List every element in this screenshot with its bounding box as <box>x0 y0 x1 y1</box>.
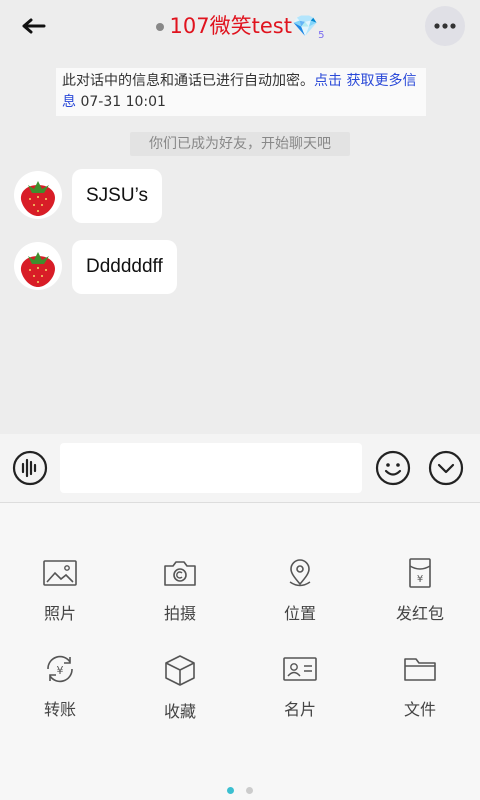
message-bubble[interactable]: Ddddddff <box>72 240 177 294</box>
image-icon <box>43 560 77 586</box>
tool-contact-card[interactable]: 名片 <box>240 654 360 744</box>
online-dot-icon <box>155 23 164 31</box>
strawberry-avatar-icon <box>14 171 62 219</box>
tool-favorites[interactable]: 收藏 <box>120 654 240 744</box>
tool-label: 拍摄 <box>163 604 196 623</box>
more-dots-icon <box>434 23 456 29</box>
tool-location[interactable]: 位置 <box>240 558 360 648</box>
notice-time: 07-31 10:01 <box>80 94 166 110</box>
system-message: 你们已成为好友，开始聊天吧 <box>130 132 350 156</box>
avatar[interactable] <box>14 171 62 219</box>
message-bubble[interactable]: SJSU’s <box>72 169 162 223</box>
tool-label: 收藏 <box>163 702 196 721</box>
folder-icon <box>404 658 436 681</box>
tool-label: 照片 <box>43 604 76 623</box>
tool-file[interactable]: 文件 <box>360 654 480 744</box>
tool-transfer[interactable]: ¥ 转账 <box>0 654 120 744</box>
tool-photo[interactable]: 照片 <box>0 558 120 648</box>
contact-card-icon <box>283 657 317 681</box>
collapse-panel-icon[interactable] <box>428 450 464 486</box>
svg-text:¥: ¥ <box>417 574 423 585</box>
favorites-box-icon <box>165 655 195 686</box>
transfer-icon: ¥ <box>47 655 73 683</box>
emoji-icon[interactable] <box>375 450 411 486</box>
notice-text: 此对话中的信息和通话已进行自动加密。 <box>62 73 314 89</box>
message-input[interactable] <box>60 443 362 493</box>
tool-red-packet[interactable]: ¥ 发红包 <box>360 558 480 648</box>
contact-name: 107微笑test💎 <box>169 14 319 38</box>
avatar[interactable] <box>14 242 62 290</box>
tool-label: 位置 <box>283 604 316 623</box>
tool-label: 转账 <box>43 700 76 719</box>
strawberry-avatar-icon <box>14 242 62 290</box>
tool-camera[interactable]: 拍摄 <box>120 558 240 648</box>
page-indicator <box>246 787 253 794</box>
camera-icon <box>164 561 196 586</box>
more-options-button[interactable] <box>425 6 465 46</box>
svg-text:¥: ¥ <box>57 664 64 677</box>
chat-title: 107微笑test💎5 <box>0 10 480 41</box>
voice-input-icon[interactable] <box>12 450 48 486</box>
tools-panel <box>0 503 480 800</box>
encryption-notice: 此对话中的信息和通话已进行自动加密。点击 获取更多信息 07-31 10:01 <box>56 68 426 116</box>
level-badge: 5 <box>318 30 325 42</box>
tool-label: 发红包 <box>395 604 444 623</box>
red-packet-icon: ¥ <box>409 558 431 588</box>
location-icon <box>289 559 311 587</box>
tool-label: 文件 <box>403 700 436 719</box>
page-indicator-active <box>227 787 234 794</box>
tool-label: 名片 <box>283 700 316 719</box>
